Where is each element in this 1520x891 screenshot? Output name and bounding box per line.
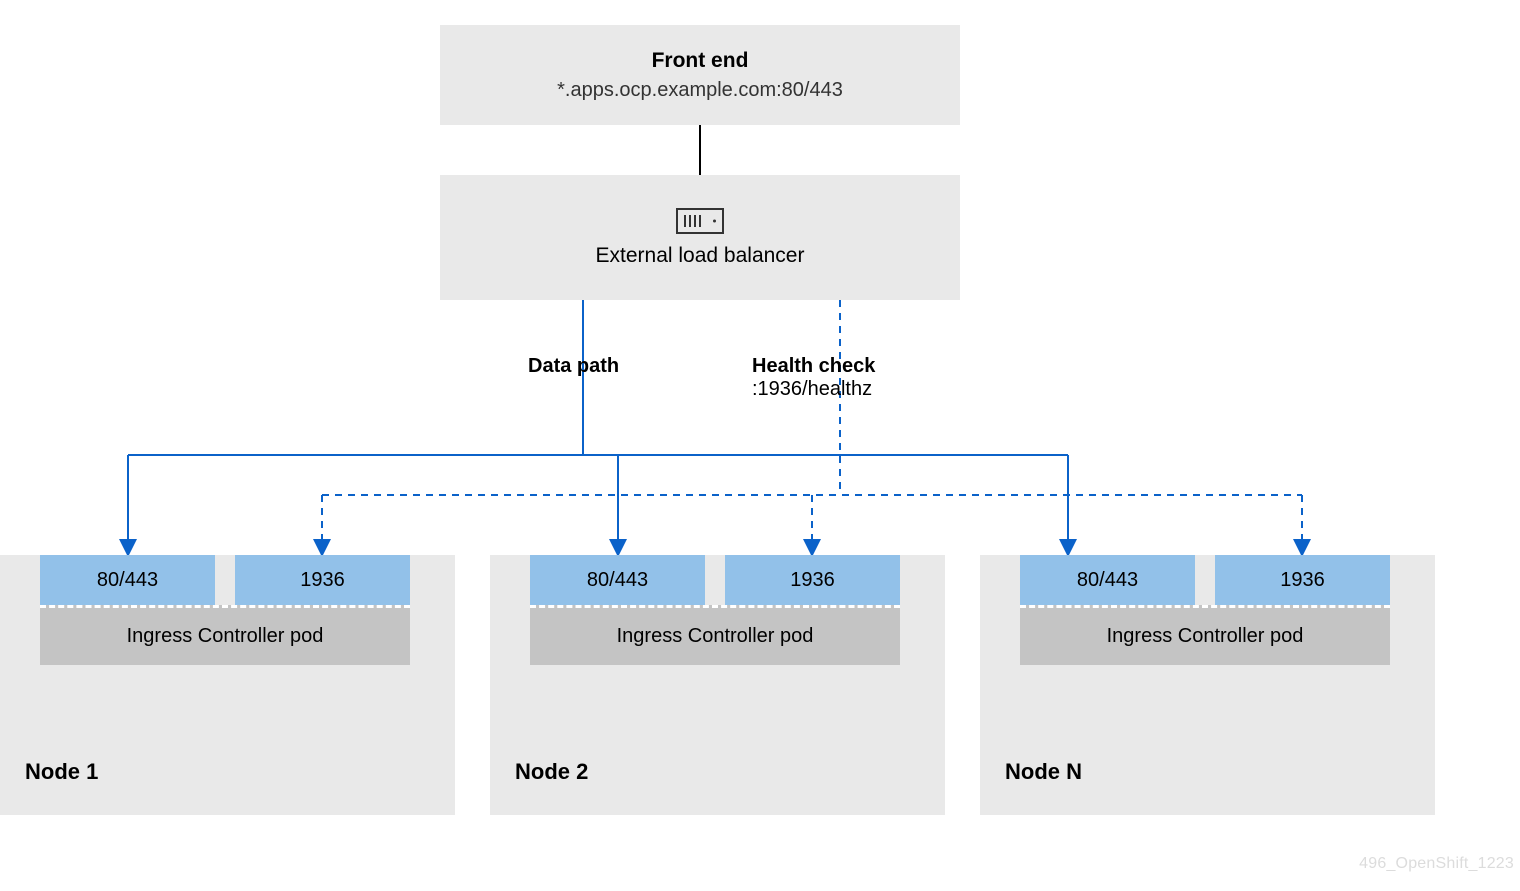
frontend-title: Front end (652, 49, 749, 73)
ingress-pod: Ingress Controller pod (40, 605, 410, 665)
data-path-label: Data path (528, 355, 619, 378)
health-check-title: Health check (752, 355, 875, 378)
port-data: 80/443 (1020, 555, 1195, 605)
port-health: 1936 (1215, 555, 1390, 605)
load-balancer-box: External load balancer (440, 175, 960, 300)
health-check-value: :1936/healthz (752, 378, 875, 401)
load-balancer-label: External load balancer (596, 244, 805, 268)
node-label: Node 1 (25, 759, 98, 785)
port-data: 80/443 (40, 555, 215, 605)
port-data: 80/443 (530, 555, 705, 605)
ingress-pod: Ingress Controller pod (530, 605, 900, 665)
port-health: 1936 (235, 555, 410, 605)
node-label: Node N (1005, 759, 1082, 785)
node-2: 80/443 1936 Ingress Controller pod Node … (490, 555, 945, 815)
node-1: 80/443 1936 Ingress Controller pod Node … (0, 555, 455, 815)
ingress-pod: Ingress Controller pod (1020, 605, 1390, 665)
health-check-label: Health check :1936/healthz (752, 355, 875, 401)
frontend-box: Front end *.apps.ocp.example.com:80/443 (440, 25, 960, 125)
port-health: 1936 (725, 555, 900, 605)
node-n: 80/443 1936 Ingress Controller pod Node … (980, 555, 1435, 815)
watermark: 496_OpenShift_1223 (1359, 855, 1514, 873)
server-icon (676, 208, 724, 234)
frontend-subtitle: *.apps.ocp.example.com:80/443 (557, 79, 843, 102)
node-label: Node 2 (515, 759, 588, 785)
